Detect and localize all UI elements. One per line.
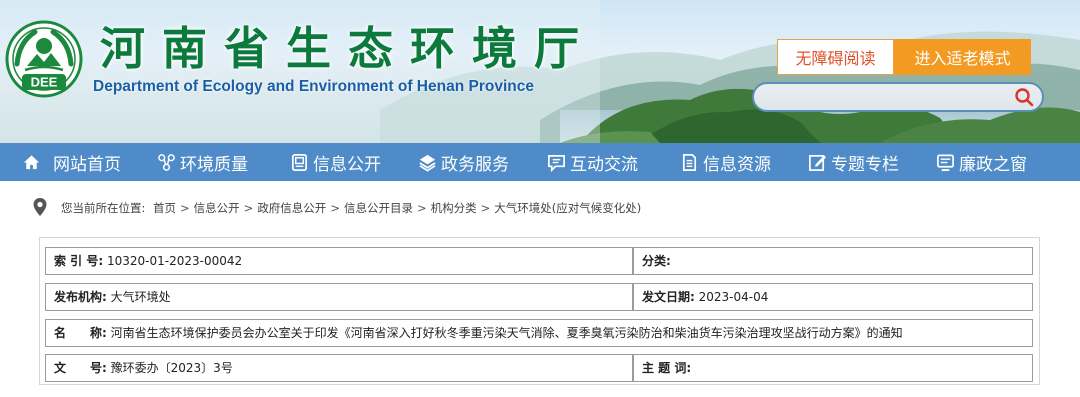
title-value: 河南省生态环境保护委员会办公室关于印发《河南省深入打好秋冬季重污染天气消除、夏季… — [110, 326, 903, 340]
file-icon — [682, 153, 697, 171]
index-number-cell: 索 引 号: 10320-01-2023-00042 — [45, 247, 633, 275]
publisher-value: 大气环境处 — [110, 290, 171, 304]
breadcrumb-item-info[interactable]: 信息公开 — [194, 201, 240, 215]
dee-logo: DEE — [5, 20, 83, 98]
document-number-value: 豫环委办〔2023〕3号 — [110, 361, 233, 375]
nav-item-home[interactable]: 网站首页 — [22, 143, 121, 181]
issue-date-label: 发文日期: — [642, 290, 695, 304]
breadcrumb-trail: 您当前所在位置: 首页 > 信息公开 > 政府信息公开 > 信息公开目录 > 机构分类 > 大气环境… — [61, 200, 641, 216]
breadcrumb-separator: > — [416, 201, 427, 215]
main-nav: 网站首页 环境质量 信息公开 政务服务 互动交流 信息资源 专题专栏 廉政之窗 — [0, 143, 1080, 181]
network-icon — [158, 153, 175, 171]
breadcrumb-item-home[interactable]: 首页 — [153, 201, 176, 215]
layers-icon — [419, 154, 436, 172]
subject-terms-label: 主 题 词: — [642, 361, 692, 375]
document-icon — [291, 153, 308, 171]
monitor-icon — [937, 154, 954, 171]
nav-label: 政务服务 — [441, 154, 509, 175]
home-icon — [23, 154, 40, 169]
edit-icon — [809, 154, 827, 171]
accessibility-button[interactable]: 无障碍阅读 — [777, 39, 894, 75]
breadcrumb-separator: > — [330, 201, 340, 215]
index-number-label: 索 引 号: — [54, 254, 104, 268]
nav-item-interaction[interactable]: 互动交流 — [547, 143, 638, 181]
search-box — [752, 82, 1044, 112]
nav-item-integrity-window[interactable]: 廉政之窗 — [936, 143, 1027, 181]
breadcrumb-separator: > — [180, 201, 190, 215]
nav-label: 互动交流 — [570, 154, 638, 175]
nav-item-special-topics[interactable]: 专题专栏 — [808, 143, 899, 181]
nav-label: 网站首页 — [53, 154, 121, 175]
location-pin-icon — [33, 198, 47, 216]
nav-label: 廉政之窗 — [959, 154, 1027, 175]
breadcrumb: 您当前所在位置: 首页 > 信息公开 > 政府信息公开 > 信息公开目录 > 机构分类 > 大气环境… — [0, 181, 1080, 233]
breadcrumb-item-gov-info[interactable]: 政府信息公开 — [257, 201, 326, 215]
document-metadata-table: 索 引 号: 10320-01-2023-00042 分类: 发布机构: 大气环… — [39, 237, 1040, 385]
publisher-cell: 发布机构: 大气环境处 — [45, 283, 633, 311]
breadcrumb-separator: > — [480, 201, 491, 215]
site-subtitle: Department of Ecology and Environment of… — [93, 78, 534, 95]
category-label: 分类: — [642, 254, 671, 268]
title-label: 名 称: — [54, 326, 107, 340]
document-number-cell: 文 号: 豫环委办〔2023〕3号 — [45, 354, 633, 382]
site-title: 河南省生态环境厅 — [100, 22, 597, 75]
breadcrumb-item-org[interactable]: 机构分类 — [431, 201, 477, 215]
chat-icon — [548, 154, 565, 172]
issue-date-cell: 发文日期: 2023-04-04 — [633, 283, 1033, 311]
header-banner: DEE 河南省生态环境厅 Department of Ecology and E… — [0, 0, 1080, 143]
nav-label: 信息资源 — [703, 154, 771, 175]
category-cell: 分类: — [633, 247, 1033, 275]
title-cell: 名 称: 河南省生态环境保护委员会办公室关于印发《河南省深入打好秋冬季重污染天气… — [45, 319, 1033, 347]
index-number-value: 10320-01-2023-00042 — [106, 254, 243, 268]
search-input[interactable] — [764, 87, 1004, 107]
breadcrumb-prefix: 您当前所在位置: — [61, 201, 146, 215]
search-icon[interactable] — [1014, 87, 1034, 107]
elder-mode-button[interactable]: 进入适老模式 — [894, 39, 1031, 75]
breadcrumb-item-current[interactable]: 大气环境处(应对气候变化处) — [494, 201, 641, 215]
breadcrumb-separator: > — [243, 201, 254, 215]
nav-label: 信息公开 — [313, 154, 381, 175]
nav-label: 环境质量 — [180, 154, 248, 175]
breadcrumb-item-catalog[interactable]: 信息公开目录 — [344, 201, 413, 215]
document-number-label: 文 号: — [54, 361, 107, 375]
nav-item-info-resources[interactable]: 信息资源 — [680, 143, 771, 181]
logo-text: DEE — [31, 75, 58, 90]
subject-terms-cell: 主 题 词: — [633, 354, 1033, 382]
nav-label: 专题专栏 — [831, 154, 899, 175]
nav-item-environment-quality[interactable]: 环境质量 — [157, 143, 248, 181]
nav-item-gov-services[interactable]: 政务服务 — [418, 143, 509, 181]
publisher-label: 发布机构: — [54, 290, 107, 304]
nav-item-info-disclosure[interactable]: 信息公开 — [290, 143, 381, 181]
issue-date-value: 2023-04-04 — [698, 290, 769, 304]
